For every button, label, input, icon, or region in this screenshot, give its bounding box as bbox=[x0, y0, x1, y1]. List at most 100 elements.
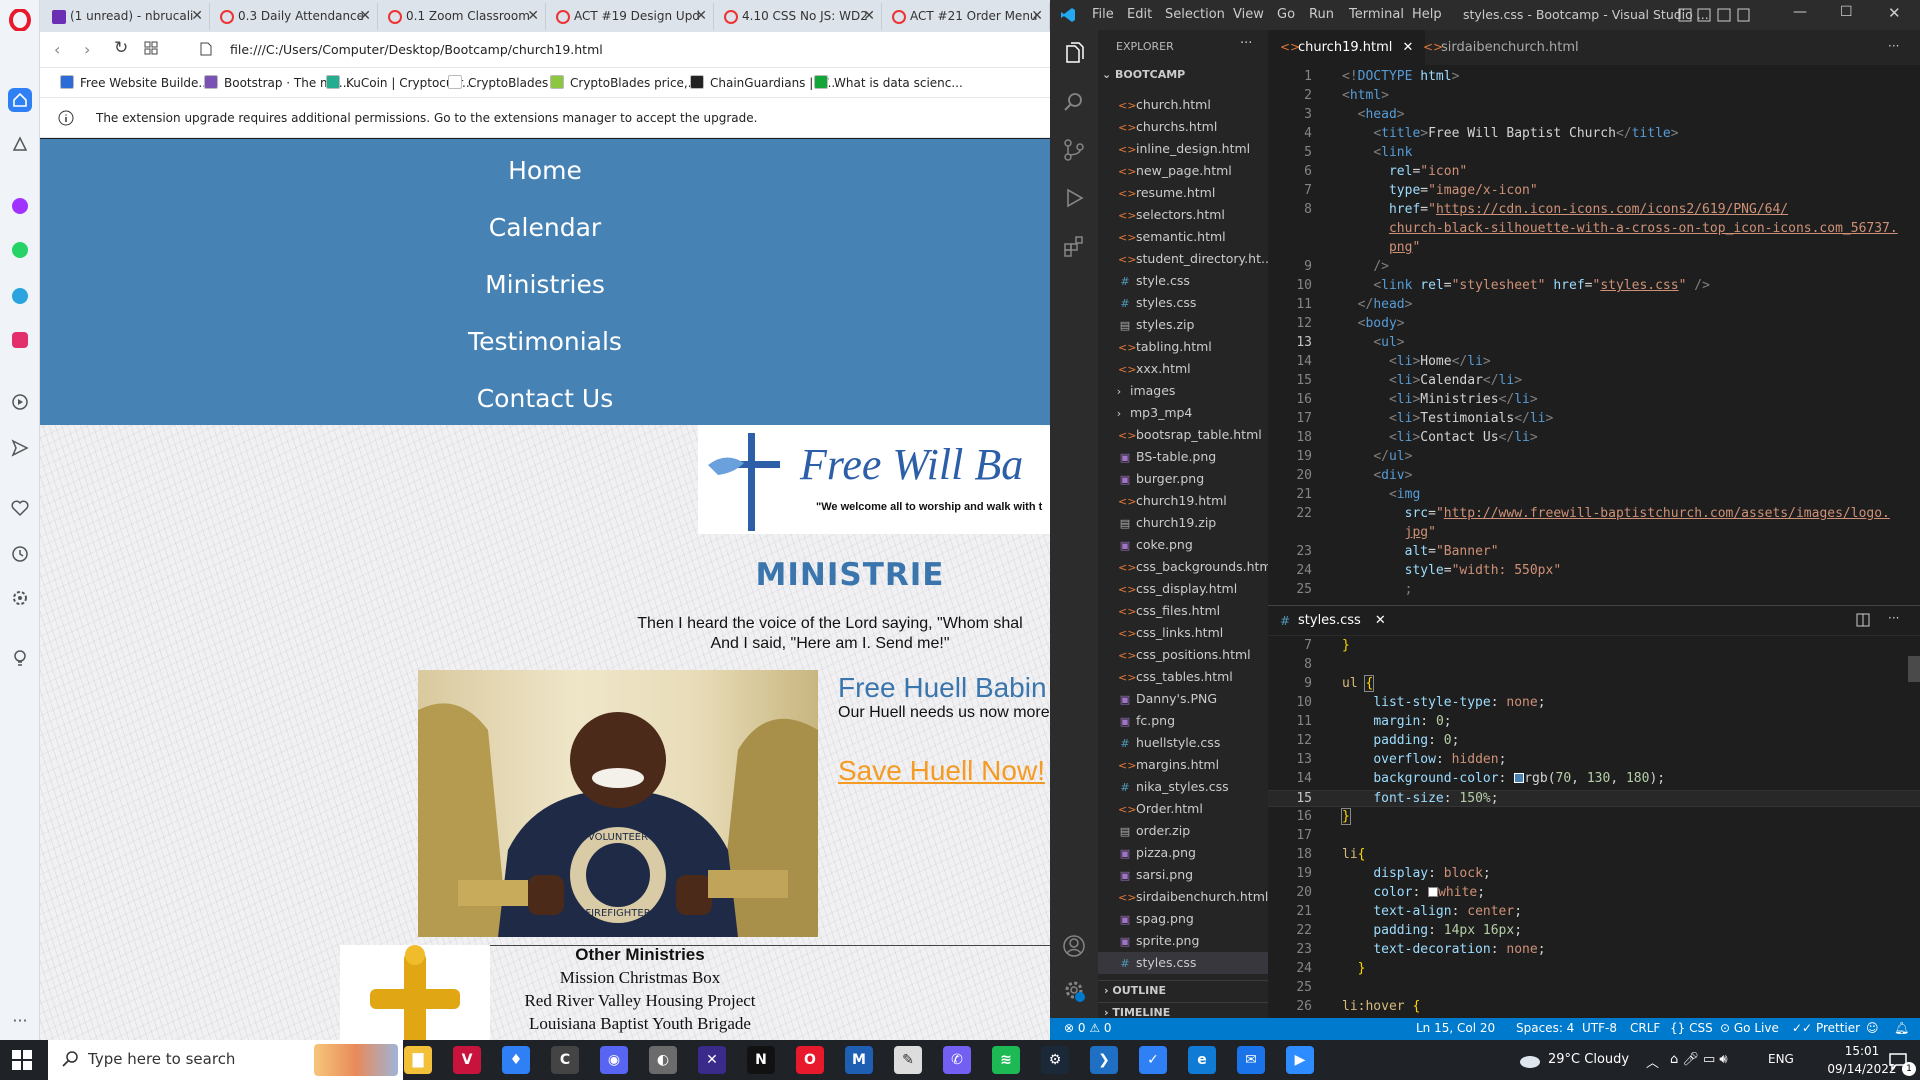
send-icon[interactable] bbox=[8, 436, 32, 460]
app-icon[interactable]: ◐ bbox=[649, 1046, 677, 1074]
tree-file[interactable]: # styles.css bbox=[1098, 292, 1268, 314]
nav-home[interactable]: Home bbox=[40, 156, 1050, 185]
nav-calendar[interactable]: Calendar bbox=[40, 213, 1050, 242]
folder-bootcamp[interactable]: ⌄ BOOTCAMP bbox=[1102, 68, 1185, 81]
line-ending[interactable]: CRLF bbox=[1630, 1021, 1660, 1035]
more-actions-icon[interactable]: ··· bbox=[1888, 39, 1899, 53]
browser-tab[interactable]: 4.10 CSS No JS: WD2 ✕ bbox=[716, 3, 882, 30]
maximize-icon[interactable]: ☐ bbox=[1840, 4, 1853, 20]
discord-icon[interactable]: ◉ bbox=[600, 1046, 628, 1074]
menu-go[interactable]: Go bbox=[1277, 7, 1295, 22]
weather-text[interactable]: 29°C Cloudy bbox=[1548, 1052, 1629, 1067]
url-field[interactable]: file:///C:/Users/Computer/Desktop/Bootca… bbox=[230, 42, 603, 57]
close-tab-icon[interactable]: ✕ bbox=[359, 3, 371, 30]
tree-file[interactable]: <>student_directory.ht... bbox=[1098, 248, 1268, 270]
tab-grid-icon[interactable] bbox=[144, 41, 158, 55]
menu-help[interactable]: Help bbox=[1412, 7, 1442, 22]
tree-file[interactable]: <>Order.html bbox=[1098, 798, 1268, 820]
tree-file[interactable]: ▣ burger.png bbox=[1098, 468, 1268, 490]
notepad-icon[interactable]: ✎ bbox=[894, 1046, 922, 1074]
tree-file[interactable]: ▣ fc.png bbox=[1098, 710, 1268, 732]
nav-contact-us[interactable]: Contact Us bbox=[40, 384, 1050, 413]
telegram-icon[interactable] bbox=[8, 284, 32, 308]
language-mode[interactable]: {} CSS bbox=[1670, 1021, 1713, 1035]
prettier-status[interactable]: ✓✓ Prettier bbox=[1792, 1021, 1860, 1035]
viber-icon[interactable]: ✆ bbox=[943, 1046, 971, 1074]
store-icon[interactable]: ♦ bbox=[502, 1046, 530, 1074]
save-huell-link[interactable]: Save Huell Now! bbox=[838, 755, 1045, 787]
indentation[interactable]: Spaces: 4 bbox=[1516, 1021, 1574, 1035]
opera-logo-icon[interactable] bbox=[8, 8, 32, 32]
browser-tab[interactable]: 0.1 Zoom Classroom ✕ bbox=[380, 3, 546, 30]
browser-tab[interactable]: 0.3 Daily Attendance ✕ bbox=[212, 3, 378, 30]
back-icon[interactable]: ‹ bbox=[54, 40, 60, 59]
problems-indicator[interactable]: ⊗ 0 ⚠ 0 bbox=[1064, 1021, 1112, 1035]
split-editor-icon[interactable] bbox=[1856, 613, 1870, 627]
tree-file[interactable]: <>church19.html bbox=[1098, 490, 1268, 512]
bookmark-item[interactable]: What is data scienc... bbox=[814, 75, 963, 90]
reload-icon[interactable]: ↻ bbox=[114, 38, 128, 58]
clock-time[interactable]: 15:01 bbox=[1832, 1044, 1892, 1058]
tree-file[interactable]: # nika_styles.css bbox=[1098, 776, 1268, 798]
notifications-bell-icon[interactable]: 🔔︎ bbox=[1894, 1021, 1909, 1035]
tree-file[interactable]: ▣ Danny's.PNG bbox=[1098, 688, 1268, 710]
heart-icon[interactable] bbox=[8, 496, 32, 520]
tree-file[interactable]: <>xxx.html bbox=[1098, 358, 1268, 380]
nav-ministries[interactable]: Ministries bbox=[40, 270, 1050, 299]
run-debug-icon[interactable] bbox=[1062, 186, 1086, 210]
layout-toggle-icon[interactable] bbox=[1678, 8, 1750, 22]
tree-file[interactable]: <>selectors.html bbox=[1098, 204, 1268, 226]
outline-section[interactable]: › OUTLINE bbox=[1098, 980, 1268, 1000]
tree-folder[interactable]: › images bbox=[1098, 380, 1268, 402]
tab-church19[interactable]: <> church19.html ✕ bbox=[1268, 30, 1426, 65]
explorer-icon[interactable] bbox=[1062, 42, 1086, 66]
tree-file[interactable]: <>css_links.html bbox=[1098, 622, 1268, 644]
bookmark-item[interactable]: CryptoBlades bbox=[448, 75, 548, 90]
tree-file[interactable]: <>churchs.html bbox=[1098, 116, 1268, 138]
close-tab-icon[interactable]: ✕ bbox=[1375, 613, 1386, 628]
tree-file[interactable]: <>margins.html bbox=[1098, 754, 1268, 776]
tree-folder[interactable]: › mp3_mp4 bbox=[1098, 402, 1268, 424]
close-tab-icon[interactable]: ✕ bbox=[1031, 3, 1043, 30]
bookmark-item[interactable]: CryptoBlades price,... bbox=[550, 75, 699, 90]
more-icon[interactable]: ··· bbox=[8, 1008, 32, 1032]
tree-file[interactable]: # style.css bbox=[1098, 270, 1268, 292]
speed-dial-icon[interactable] bbox=[8, 132, 32, 156]
tray-chevron-icon[interactable]: ︿ bbox=[1646, 1052, 1659, 1071]
history-icon[interactable] bbox=[8, 542, 32, 566]
xbox-icon[interactable]: ✕ bbox=[698, 1046, 726, 1074]
tree-file[interactable]: <>css_positions.html bbox=[1098, 644, 1268, 666]
taskbar-search[interactable]: Type here to search bbox=[48, 1040, 403, 1080]
menu-run[interactable]: Run bbox=[1309, 7, 1334, 22]
chrome-like-icon[interactable]: C bbox=[551, 1046, 579, 1074]
tree-file[interactable]: <>css_display.html bbox=[1098, 578, 1268, 600]
tree-file[interactable]: ▣ coke.png bbox=[1098, 534, 1268, 556]
vivaldi-icon[interactable]: V bbox=[453, 1046, 481, 1074]
spotify-icon[interactable]: ≋ bbox=[992, 1046, 1020, 1074]
lightbulb-icon[interactable] bbox=[8, 646, 32, 670]
cursor-position[interactable]: Ln 15, Col 20 bbox=[1416, 1021, 1495, 1035]
go-live-button[interactable]: ⊙ Go Live bbox=[1720, 1021, 1779, 1035]
tree-file[interactable]: <>css_backgrounds.html bbox=[1098, 556, 1268, 578]
tree-file[interactable]: ▣ spag.png bbox=[1098, 908, 1268, 930]
bookmark-item[interactable]: Free Website Builde... bbox=[60, 75, 210, 90]
tree-file[interactable]: ▤ order.zip bbox=[1098, 820, 1268, 842]
code-area-html[interactable]: 1 <!DOCTYPE html> 2 <html> 3 <head> 4 <tit… bbox=[1268, 65, 1920, 605]
zoom-icon[interactable]: ▶ bbox=[1286, 1046, 1314, 1074]
settings-icon[interactable] bbox=[8, 586, 32, 610]
tree-file[interactable]: <>church.html bbox=[1098, 94, 1268, 116]
close-tab-icon[interactable]: ✕ bbox=[863, 3, 875, 30]
tree-file[interactable]: ▣ sarsi.png bbox=[1098, 864, 1268, 886]
code-area-css[interactable]: 7} 8 9 ul { 10 list-style-type: none; 11 … bbox=[1268, 636, 1920, 1031]
tree-file[interactable]: ▤ styles.zip bbox=[1098, 314, 1268, 336]
scrollbar-thumb[interactable] bbox=[1908, 656, 1920, 682]
tab-styles-css[interactable]: # styles.css ✕ bbox=[1268, 606, 1398, 636]
tree-file[interactable]: ▣ sprite.png bbox=[1098, 930, 1268, 952]
menu-edit[interactable]: Edit bbox=[1127, 7, 1152, 22]
player-icon[interactable] bbox=[8, 390, 32, 414]
explorer-more-icon[interactable]: ··· bbox=[1240, 36, 1252, 51]
feedback-icon[interactable]: ☺ bbox=[1866, 1021, 1879, 1035]
instagram-icon[interactable] bbox=[8, 328, 32, 352]
windows-start-icon[interactable] bbox=[12, 1050, 32, 1070]
tab-sirdaibenchurch[interactable]: <> sirdaibenchurch.html bbox=[1411, 30, 1591, 65]
